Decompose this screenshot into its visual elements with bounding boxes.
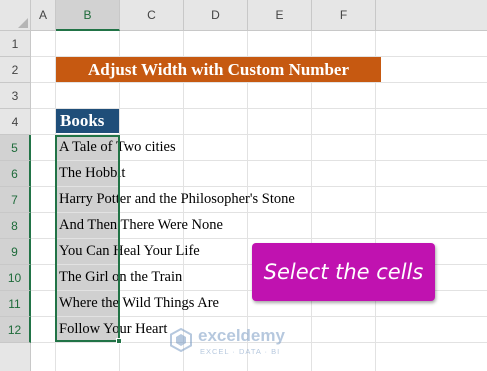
book-cell[interactable]: Harry Potter and the Philosopher's Stone [59,187,295,212]
book-cell[interactable]: Follow Your Heart [59,317,167,342]
watermark-tagline: EXCEL · DATA · BI [200,347,281,356]
column-header-e[interactable]: E [248,0,312,31]
row-header-empty [0,343,31,371]
book-cell[interactable]: Where the Wild Things Are [59,291,219,316]
row-header-8[interactable]: 8 [0,213,31,239]
book-cell[interactable]: And Then There Were None [59,213,223,238]
watermark-name: exceldemy [198,326,285,345]
title-banner[interactable]: Adjust Width with Custom Number [56,57,381,82]
book-cell[interactable]: The Girl on the Train [59,265,182,290]
row-header-10[interactable]: 10 [0,265,31,291]
row-header-4[interactable]: 4 [0,109,31,135]
book-cell[interactable]: You Can Heal Your Life [59,239,200,264]
row-header-2[interactable]: 2 [0,57,31,83]
column-header-f[interactable]: F [312,0,376,31]
column-header-empty [376,0,487,31]
select-cells-callout: Select the cells [252,243,435,301]
column-header-b[interactable]: B [56,0,120,31]
column-header-d[interactable]: D [184,0,248,31]
row-header-3[interactable]: 3 [0,83,31,109]
row-header-11[interactable]: 11 [0,291,31,317]
row-header-5[interactable]: 5 [0,135,31,161]
row-header-12[interactable]: 12 [0,317,31,343]
row-header-6[interactable]: 6 [0,161,31,187]
row-header-7[interactable]: 7 [0,187,31,213]
exceldemy-logo-icon [170,328,192,352]
row-header-9[interactable]: 9 [0,239,31,265]
books-column-header[interactable]: Books [56,109,119,133]
spreadsheet-grid: A B C D E F 1 2 3 4 5 6 7 8 9 10 11 12 A… [0,0,487,371]
fill-handle[interactable] [116,338,122,344]
select-all-corner[interactable] [0,0,31,31]
book-cell[interactable]: A Tale of Two cities [59,135,176,160]
column-header-a[interactable]: A [31,0,56,31]
exceldemy-watermark: exceldemy EXCEL · DATA · BI [170,324,320,364]
gridline [31,82,487,83]
book-cell[interactable]: The Hobbit [59,161,125,186]
column-header-c[interactable]: C [120,0,184,31]
select-all-triangle-icon [18,18,28,28]
row-header-1[interactable]: 1 [0,31,31,57]
